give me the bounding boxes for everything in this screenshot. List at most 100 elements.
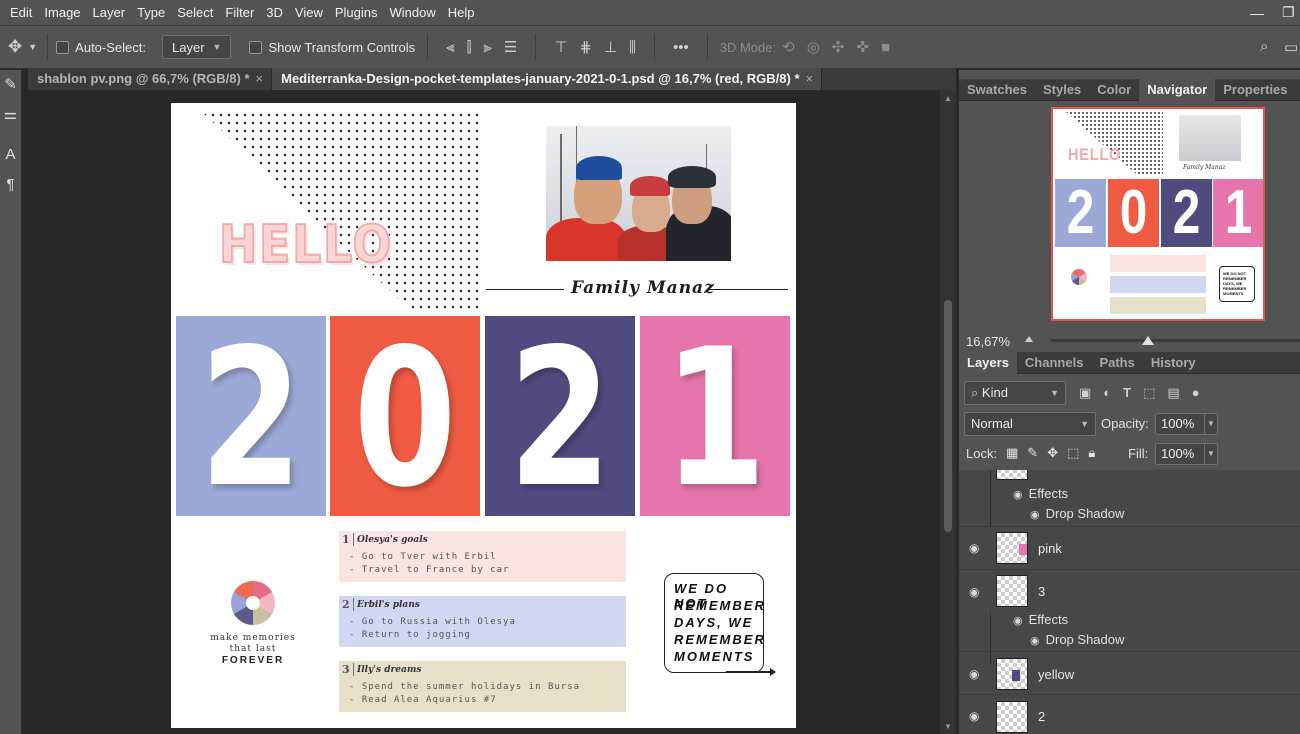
search-icon[interactable]: ⌕	[1260, 38, 1268, 55]
menu-help[interactable]: Help	[442, 5, 481, 20]
align-middle-icon[interactable]: ⋕	[579, 38, 592, 56]
fill-dropdown[interactable]: ▼	[1204, 443, 1218, 465]
document-canvas[interactable]: HELLO Family Manaz 2 0 2 1 make memories…	[171, 103, 796, 728]
zoom-slider-handle[interactable]	[1142, 336, 1154, 345]
align-left-icon[interactable]: ⫷	[446, 39, 454, 56]
layer-effects-row[interactable]: ◉ Effects	[1013, 486, 1068, 506]
tab-channels[interactable]: Channels	[1017, 352, 1092, 374]
doc-tab-shablon[interactable]: shablon pv.png @ 66,7% (RGB/8) * ×	[28, 68, 273, 90]
auto-select-checkbox[interactable]: Auto-Select:	[56, 40, 146, 55]
layer-row-yellow[interactable]: ◉ yellow	[959, 651, 1300, 694]
smart-object-filter-icon[interactable]: ▤	[1167, 385, 1179, 401]
menu-window[interactable]: Window	[384, 5, 442, 20]
fill-field[interactable]: 100%	[1155, 443, 1207, 465]
layer-kind-filter[interactable]: ⌕ Kind ▼	[964, 381, 1066, 405]
show-transform-checkbox[interactable]: Show Transform Controls	[249, 40, 415, 55]
menu-3d[interactable]: 3D	[260, 5, 289, 20]
auto-select-target-dropdown[interactable]: Layer ▼	[162, 35, 232, 59]
align-bottom-icon[interactable]: ⊥	[604, 38, 617, 56]
3d-orbit-icon[interactable]: ⟲	[782, 38, 795, 56]
opacity-field[interactable]: 100%	[1155, 413, 1207, 435]
layer-effect-row[interactable]: ◉ Drop Shadow	[1030, 506, 1124, 526]
lock-pixels-icon[interactable]: ✎	[1027, 445, 1038, 461]
scroll-down-icon[interactable]: ▼	[940, 722, 956, 731]
zoom-slider[interactable]	[1051, 339, 1300, 342]
filter-toggle-icon[interactable]: ●	[1192, 385, 1200, 401]
eye-icon[interactable]: ◉	[969, 541, 979, 555]
menu-plugins[interactable]: Plugins	[329, 5, 384, 20]
scrollbar-thumb[interactable]	[944, 300, 952, 532]
checkbox-box[interactable]	[249, 40, 263, 54]
menu-edit[interactable]: Edit	[0, 5, 38, 20]
adjustment-filter-icon[interactable]: ◐	[1103, 385, 1111, 401]
pixel-filter-icon[interactable]: ▣	[1079, 385, 1091, 401]
tab-color[interactable]: Color	[1089, 79, 1139, 101]
menu-view[interactable]: View	[289, 5, 329, 20]
layer-row-2[interactable]: ◉ 2	[959, 694, 1300, 734]
eye-icon[interactable]: ◉	[1030, 635, 1040, 647]
canvas-vertical-scrollbar[interactable]: ▲ ▼	[940, 90, 956, 734]
tab-properties[interactable]: Properties	[1215, 79, 1295, 101]
eye-icon[interactable]: ◉	[969, 667, 979, 681]
distribute-icon[interactable]: ☰	[504, 38, 517, 56]
3d-pan-icon[interactable]: ✣	[832, 38, 845, 56]
eye-icon[interactable]: ◉	[969, 585, 979, 599]
layer-effect-row[interactable]: ◉ Drop Shadow	[1030, 632, 1124, 652]
lock-position-icon[interactable]: ✥	[1047, 445, 1058, 461]
more-options-icon[interactable]: •••	[673, 39, 689, 56]
menu-select[interactable]: Select	[171, 5, 219, 20]
menu-layer[interactable]: Layer	[87, 5, 132, 20]
blend-row: Normal ▼ Opacity: 100% ▼	[959, 411, 1300, 437]
align-center-icon[interactable]: ⫿	[467, 39, 472, 56]
close-icon[interactable]: ×	[256, 71, 264, 86]
layers-list[interactable]: ◉ Effects ◉ Drop Shadow ◉ pink ◉ 3 ◉ Effect…	[959, 470, 1300, 734]
menu-filter[interactable]: Filter	[219, 5, 260, 20]
workspace-icon[interactable]: ▭	[1284, 38, 1298, 56]
minimize-button[interactable]: —	[1250, 0, 1264, 25]
navigator-preview[interactable]: HELLO Family Manaz 2 0 2 1 WE DO NOT REM…	[1051, 107, 1265, 321]
tab-layers[interactable]: Layers	[959, 352, 1017, 374]
doc-tab-mediterranka[interactable]: Mediterranka-Design-pocket-templates-jan…	[272, 68, 823, 90]
lock-artboard-icon[interactable]: ⬚	[1067, 445, 1079, 461]
tab-navigator[interactable]: Navigator	[1139, 79, 1216, 101]
3d-slide-icon[interactable]: ✜	[856, 38, 869, 56]
close-icon[interactable]: ×	[806, 71, 814, 86]
chevron-down-icon[interactable]: ▼	[28, 42, 37, 52]
tab-history[interactable]: History	[1143, 352, 1204, 374]
3d-camera-icon[interactable]: ■	[881, 39, 890, 56]
adjust-tool-icon[interactable]: ⚌	[0, 100, 21, 130]
menu-image[interactable]: Image	[38, 5, 86, 20]
layer-effects-row[interactable]: ◉ Effects	[1013, 612, 1068, 632]
move-icon[interactable]: ✥	[8, 37, 22, 57]
align-top-icon[interactable]: ⊤	[554, 38, 567, 56]
character-panel-icon[interactable]: A	[0, 140, 21, 170]
eye-icon[interactable]: ◉	[1030, 509, 1040, 521]
canvas-area[interactable]: HELLO Family Manaz 2 0 2 1 make memories…	[28, 90, 940, 734]
restore-button[interactable]: ❐	[1282, 0, 1295, 25]
lock-transparent-icon[interactable]: ▦	[1006, 445, 1018, 461]
paragraph-panel-icon[interactable]: ¶	[0, 170, 21, 200]
zoom-out-icon[interactable]	[1025, 336, 1033, 342]
3d-roll-icon[interactable]: ◎	[807, 38, 820, 56]
brush-tool-icon[interactable]: ✎	[0, 70, 21, 100]
eye-icon[interactable]: ◉	[1013, 615, 1023, 627]
scroll-up-icon[interactable]: ▲	[940, 94, 956, 103]
tab-swatches[interactable]: Swatches	[959, 79, 1035, 101]
eye-icon[interactable]: ◉	[1013, 489, 1023, 501]
eye-icon[interactable]: ◉	[969, 709, 979, 723]
tab-styles[interactable]: Styles	[1035, 79, 1089, 101]
shape-filter-icon[interactable]: ⬚	[1143, 385, 1155, 401]
lock-label: Lock:	[966, 446, 998, 461]
zoom-value[interactable]: 16,67%	[966, 334, 1010, 349]
layer-row-3[interactable]: ◉ 3 ◉ Effects ◉ Drop Shadow	[959, 569, 1300, 664]
lock-all-icon[interactable]: 🔒︎	[1088, 445, 1095, 461]
tab-paths[interactable]: Paths	[1091, 352, 1142, 374]
align-right-icon[interactable]: ⫸	[483, 39, 491, 56]
layer-row-pink[interactable]: ◉ pink	[959, 526, 1300, 569]
distribute-vertical-icon[interactable]: ⫼	[629, 39, 636, 56]
opacity-dropdown[interactable]: ▼	[1204, 413, 1218, 435]
checkbox-box[interactable]	[56, 40, 70, 54]
menu-type[interactable]: Type	[131, 5, 171, 20]
type-filter-icon[interactable]: T	[1123, 385, 1131, 401]
blend-mode-dropdown[interactable]: Normal ▼	[964, 412, 1096, 436]
